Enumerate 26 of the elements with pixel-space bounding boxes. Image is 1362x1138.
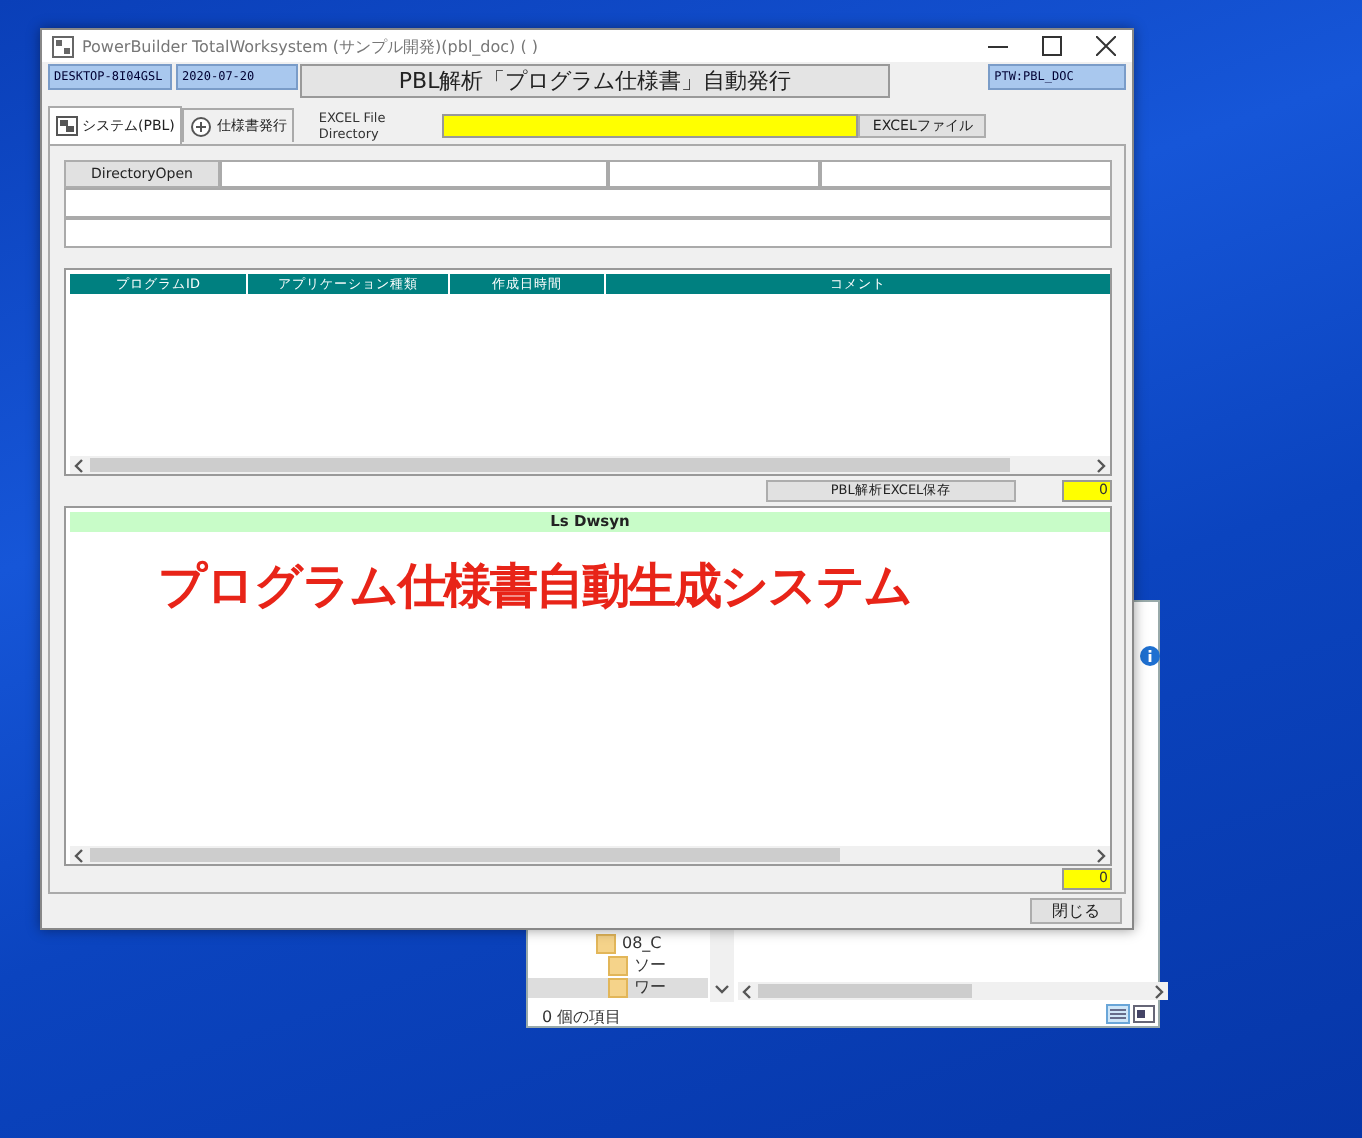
scroll-thumb[interactable] [90,458,1010,472]
text-field[interactable] [608,160,820,188]
title-button[interactable]: PBL解析「プログラム仕様書」自動発行 [300,64,891,98]
folder-label[interactable]: 08_C [622,934,662,954]
folder-label[interactable]: ソー [634,956,666,976]
text-field[interactable] [820,160,1112,188]
scroll-thumb[interactable] [90,848,840,862]
scroll-thumb[interactable] [758,984,973,998]
window-icon [56,115,78,137]
maximize-icon[interactable] [1042,36,1062,56]
details-view-icon[interactable] [1106,1004,1130,1024]
directory-field[interactable] [442,113,859,137]
app-icon [52,35,74,57]
text-field[interactable] [64,218,1112,248]
folder-label[interactable]: ワー [634,978,666,998]
window-title: PowerBuilder TotalWorksystem (サンプル開発)(pbl_doc) ( ) [82,35,540,57]
status-text: 0 個の項目 [542,1006,622,1028]
text-field[interactable] [64,188,1112,218]
tiles-view-icon[interactable] [1132,1004,1156,1024]
close-button[interactable]: 閉じる [1030,898,1122,924]
banner-text: プログラム仕様書自動生成システム [158,556,914,618]
close-icon[interactable] [1096,36,1116,56]
horizontal-scrollbar[interactable] [738,982,1168,1000]
horizontal-scrollbar[interactable] [70,456,1110,474]
horizontal-scrollbar[interactable] [70,846,1110,864]
text-field[interactable] [220,160,608,188]
